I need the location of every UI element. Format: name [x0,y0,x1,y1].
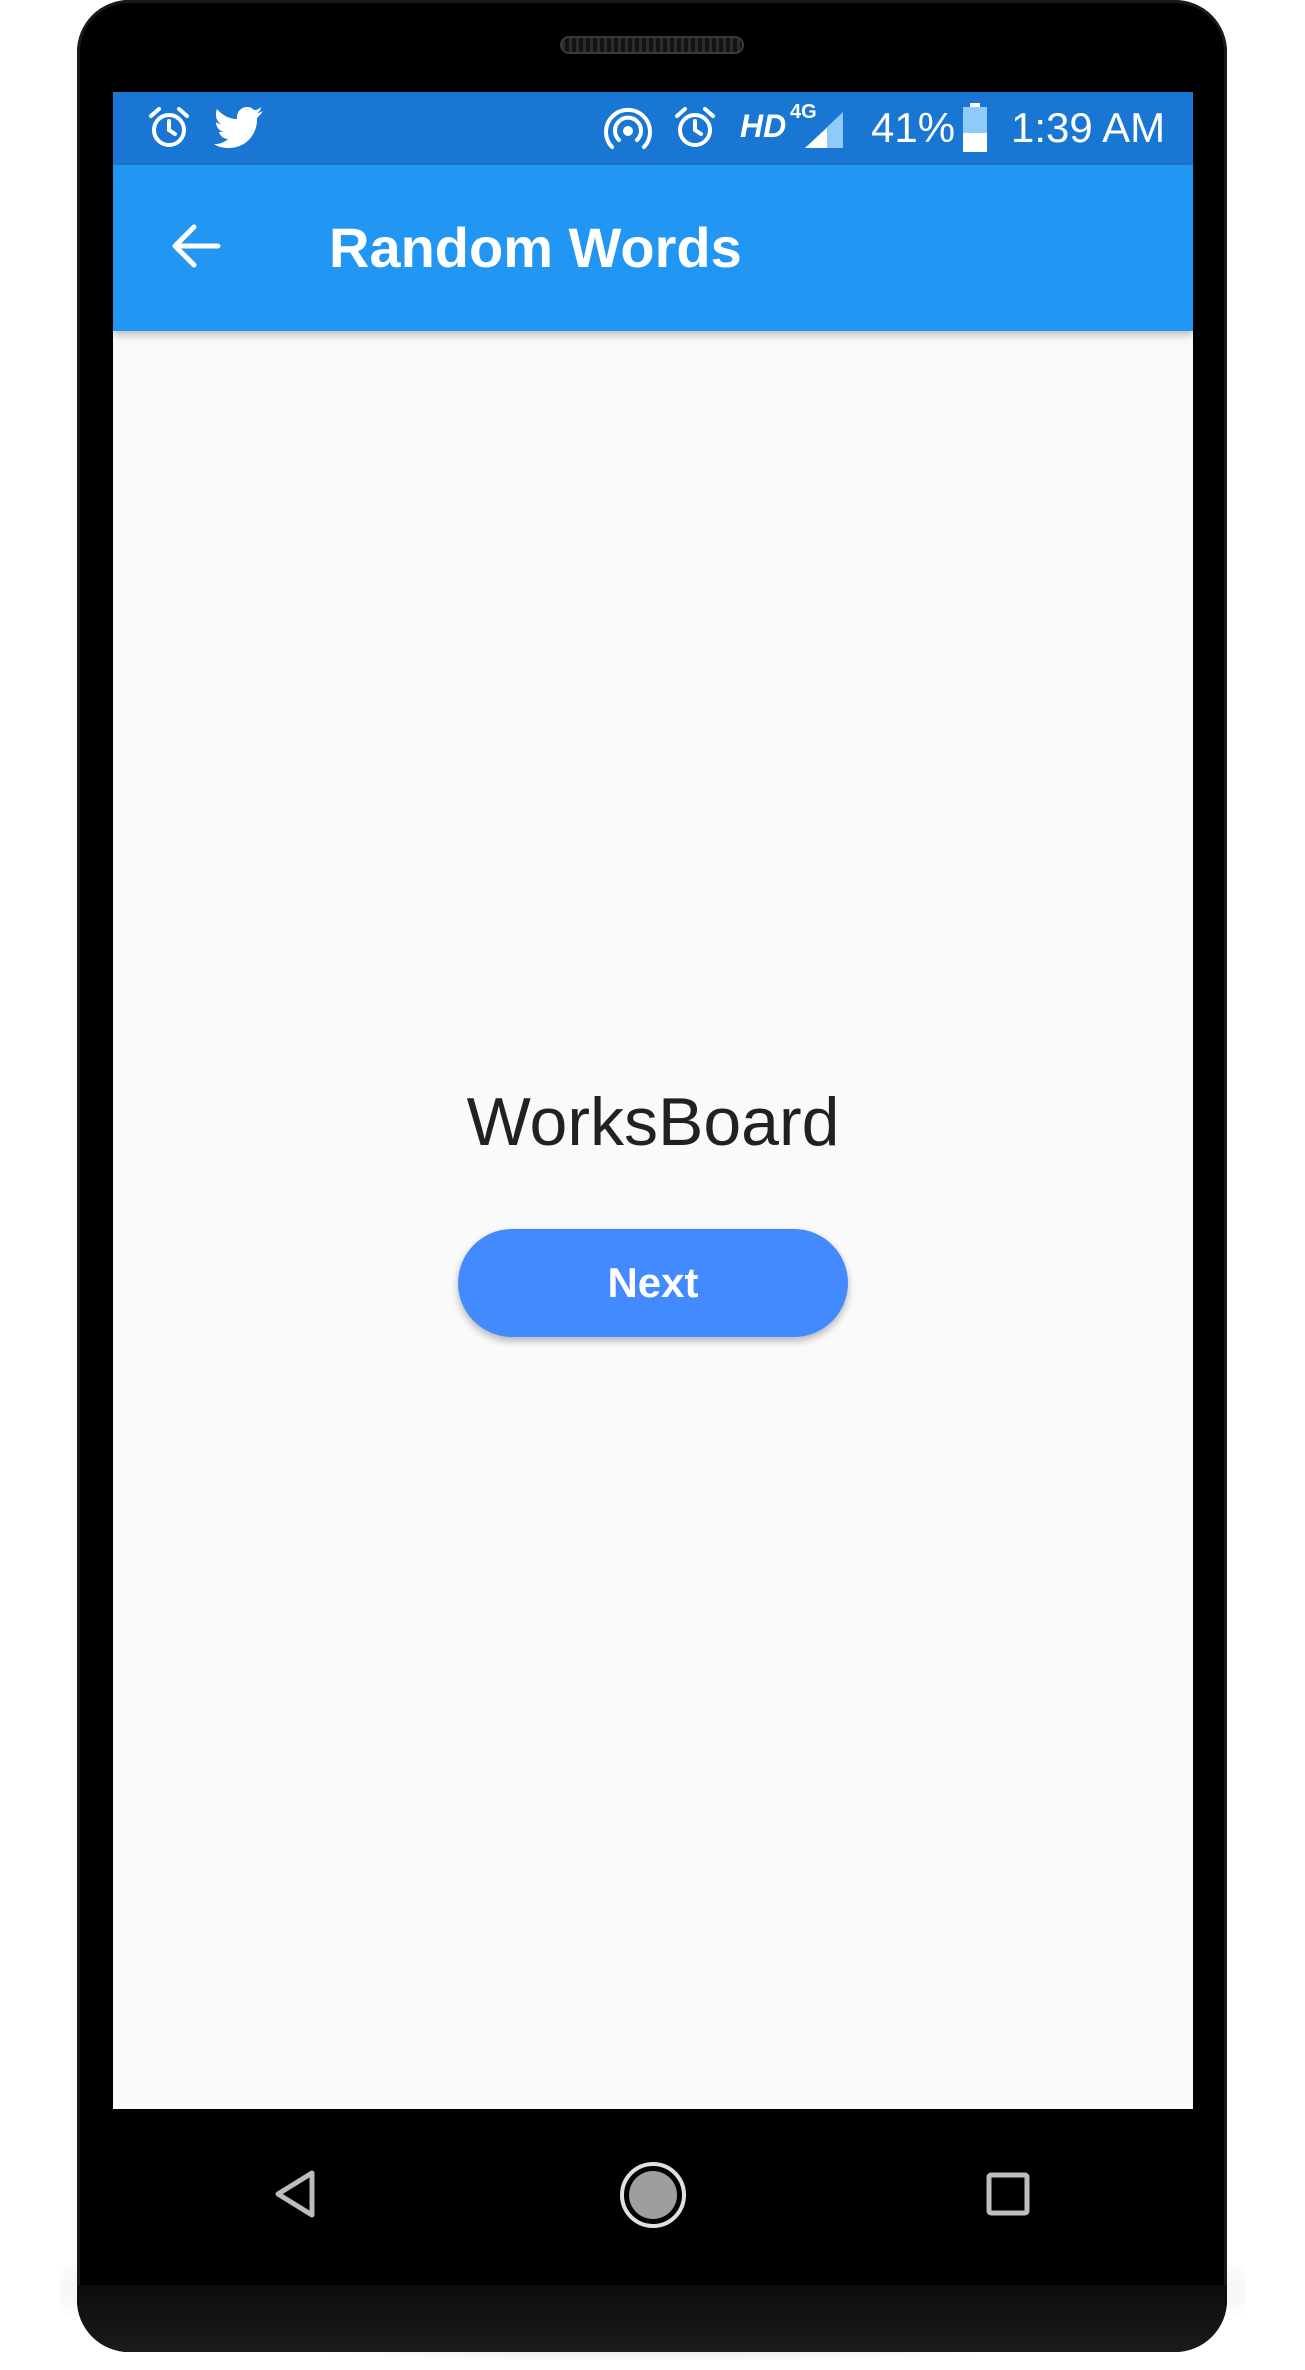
device-mockup: HD 4G 41% 1:39 AM Random Words WorksBoar… [0,0,1305,2370]
status-bar: HD 4G 41% 1:39 AM [113,92,1193,165]
recents-square-icon [985,2171,1031,2222]
page-title: Random Words [329,216,742,279]
back-triangle-icon [272,2168,320,2225]
arrow-back-icon [168,218,224,279]
earpiece-speaker [560,36,744,54]
navigation-bar [113,2109,1193,2285]
battery-icon [961,102,989,159]
alarm-icon [145,104,193,157]
hotspot-icon [603,104,653,159]
nav-recents-button[interactable] [963,2151,1053,2241]
home-circle-icon [617,2159,689,2236]
network-label: HD [740,108,787,144]
nav-home-button[interactable] [607,2151,699,2243]
random-word: WorksBoard [466,1084,840,1160]
screen: HD 4G 41% 1:39 AM Random Words WorksBoar… [113,92,1193,2109]
phone-bottom-bezel [77,2285,1227,2352]
clock: 1:39 AM [1011,104,1166,151]
next-button[interactable]: Next [458,1229,848,1337]
twitter-icon [213,106,265,155]
signal-icon [803,110,845,155]
app-bar: Random Words [113,165,1193,331]
back-button[interactable] [153,205,239,291]
battery-percent: 41% [871,104,956,151]
nav-back-button[interactable] [251,2151,341,2241]
alarm-icon [671,104,719,157]
